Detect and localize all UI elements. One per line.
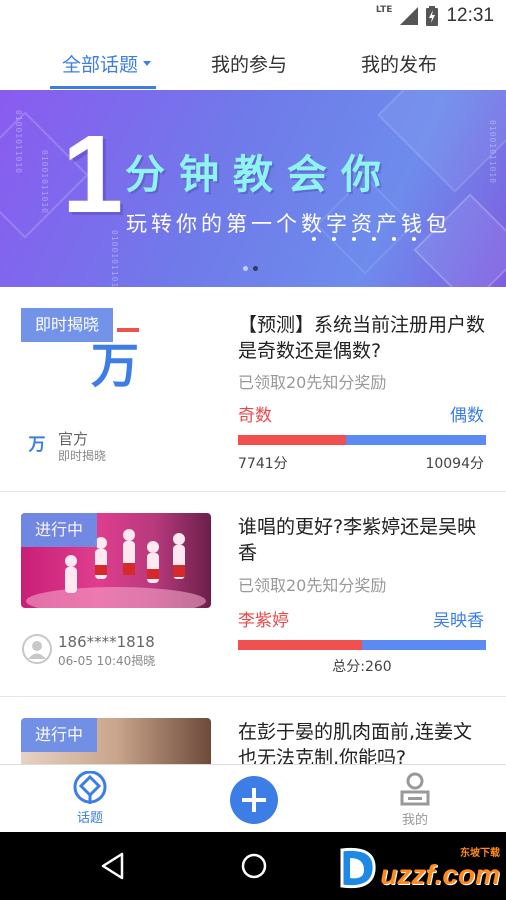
topic-thumbnail: 进行中 [21, 513, 211, 608]
option-right-label[interactable]: 吴映香 [433, 606, 484, 631]
tab-all-topics-label: 全部话题 [62, 54, 139, 76]
profile-icon [400, 772, 430, 806]
topic-card[interactable]: 万 即时揭晓 【预测】系统当前注册用户数是奇数还是偶数? 已领取20先知分奖励 … [0, 287, 506, 492]
clock: 12:31 [446, 5, 494, 26]
banner-binary-text: 01001011010 [488, 120, 497, 184]
option-left-label[interactable]: 李紫婷 [238, 606, 289, 631]
tab-all-topics[interactable]: 全部话题 [62, 50, 152, 77]
topic-title: 在彭于晏的肌肉面前,连姜文也无法克制,你能吗? [238, 721, 473, 764]
topic-thumbnail: 进行中 [21, 718, 211, 764]
nav-mine-label: 我的 [401, 813, 428, 828]
topic-card[interactable]: 进行中 在彭于晏的肌肉面前,连姜文也无法克制,你能吗? [0, 697, 506, 764]
topic-thumbnail: 万 即时揭晓 [21, 308, 211, 403]
network-type: LTE [375, 5, 393, 15]
vote-bar [238, 640, 486, 650]
system-nav-bar: 东坡下载 uzzf.com [0, 832, 506, 900]
topic-title: 谁唱的更好?李紫婷还是吴映香 [238, 516, 477, 564]
active-tab-indicator [50, 86, 156, 89]
dropdown-arrow-icon [143, 61, 152, 66]
watermark-d-icon [340, 847, 376, 889]
author-name: 官方 [58, 430, 89, 448]
author-meta: 06-05 10:40揭晓 [58, 654, 156, 668]
banner-decor-diamond [377, 90, 506, 193]
score-left: 7741分 [238, 456, 288, 472]
bottom-nav: 话题 我的 [0, 764, 506, 832]
watermark-logo: 东坡下载 uzzf.com [336, 842, 500, 892]
home-icon[interactable] [240, 852, 268, 880]
status-bar: LTE 12:31 [0, 0, 506, 34]
banner-binary-text: 01001011010 [40, 150, 49, 214]
pager-dot [243, 266, 248, 271]
score-total: 总分:260 [332, 659, 392, 675]
banner-binary-text: 01001011010 [14, 110, 23, 174]
tab-my-posts[interactable]: 我的发布 [361, 50, 437, 77]
nav-topics-label: 话题 [76, 811, 103, 826]
topics-icon [73, 770, 107, 804]
banner-title: 分钟教会你 [125, 152, 395, 198]
wan-logo-icon: 万 [28, 435, 46, 455]
promo-banner[interactable]: 01001011010 01001011010 01001011010 0100… [0, 90, 506, 287]
topic-title: 【预测】系统当前注册用户数是奇数还是偶数? [238, 314, 486, 362]
nav-topics[interactable]: 话题 [70, 770, 110, 826]
back-icon[interactable] [100, 852, 126, 880]
reward-text: 已领取20先知分奖励 [238, 373, 387, 392]
author-name: 186****1818 [58, 633, 155, 651]
nav-mine[interactable]: 我的 [397, 771, 433, 828]
tab-my-participation[interactable]: 我的参与 [211, 50, 287, 77]
option-left-label[interactable]: 奇数 [238, 401, 272, 426]
status-badge: 进行中 [21, 718, 98, 752]
watermark-tagline: 东坡下载 [460, 847, 500, 859]
watermark-text: uzzf.com [380, 858, 500, 890]
pager-dot-active [253, 266, 258, 271]
banner-decor-dots [312, 237, 416, 241]
banner-binary-text: 01001011010 [110, 230, 119, 287]
score-right: 10094分 [425, 456, 484, 472]
option-right-label[interactable]: 偶数 [450, 401, 484, 426]
author-meta: 即时揭晓 [58, 449, 107, 463]
avatar-placeholder-icon [22, 634, 52, 664]
banner-subtitle: 玩转你的第一个数字资产钱包 [126, 212, 451, 236]
banner-big-number: 1 [62, 113, 124, 236]
vote-bar [238, 435, 486, 445]
add-topic-button[interactable] [230, 776, 278, 824]
status-badge: 进行中 [21, 513, 98, 547]
banner-pager [243, 266, 258, 271]
reward-text: 已领取20先知分奖励 [238, 576, 387, 595]
topic-tabs: 全部话题 我的参与 我的发布 [0, 34, 506, 90]
vote-bar-left-fill [238, 640, 362, 650]
status-badge: 即时揭晓 [21, 308, 114, 342]
topic-card[interactable]: 进行中 谁唱的更好?李紫婷还是吴映香 已领取20先知分奖励 李紫婷 吴映香 总分… [0, 492, 506, 697]
vote-bar-left-fill [238, 435, 346, 445]
logo-accent [117, 328, 139, 332]
cell-signal-icon [400, 7, 419, 25]
battery-charging-icon [426, 6, 439, 26]
